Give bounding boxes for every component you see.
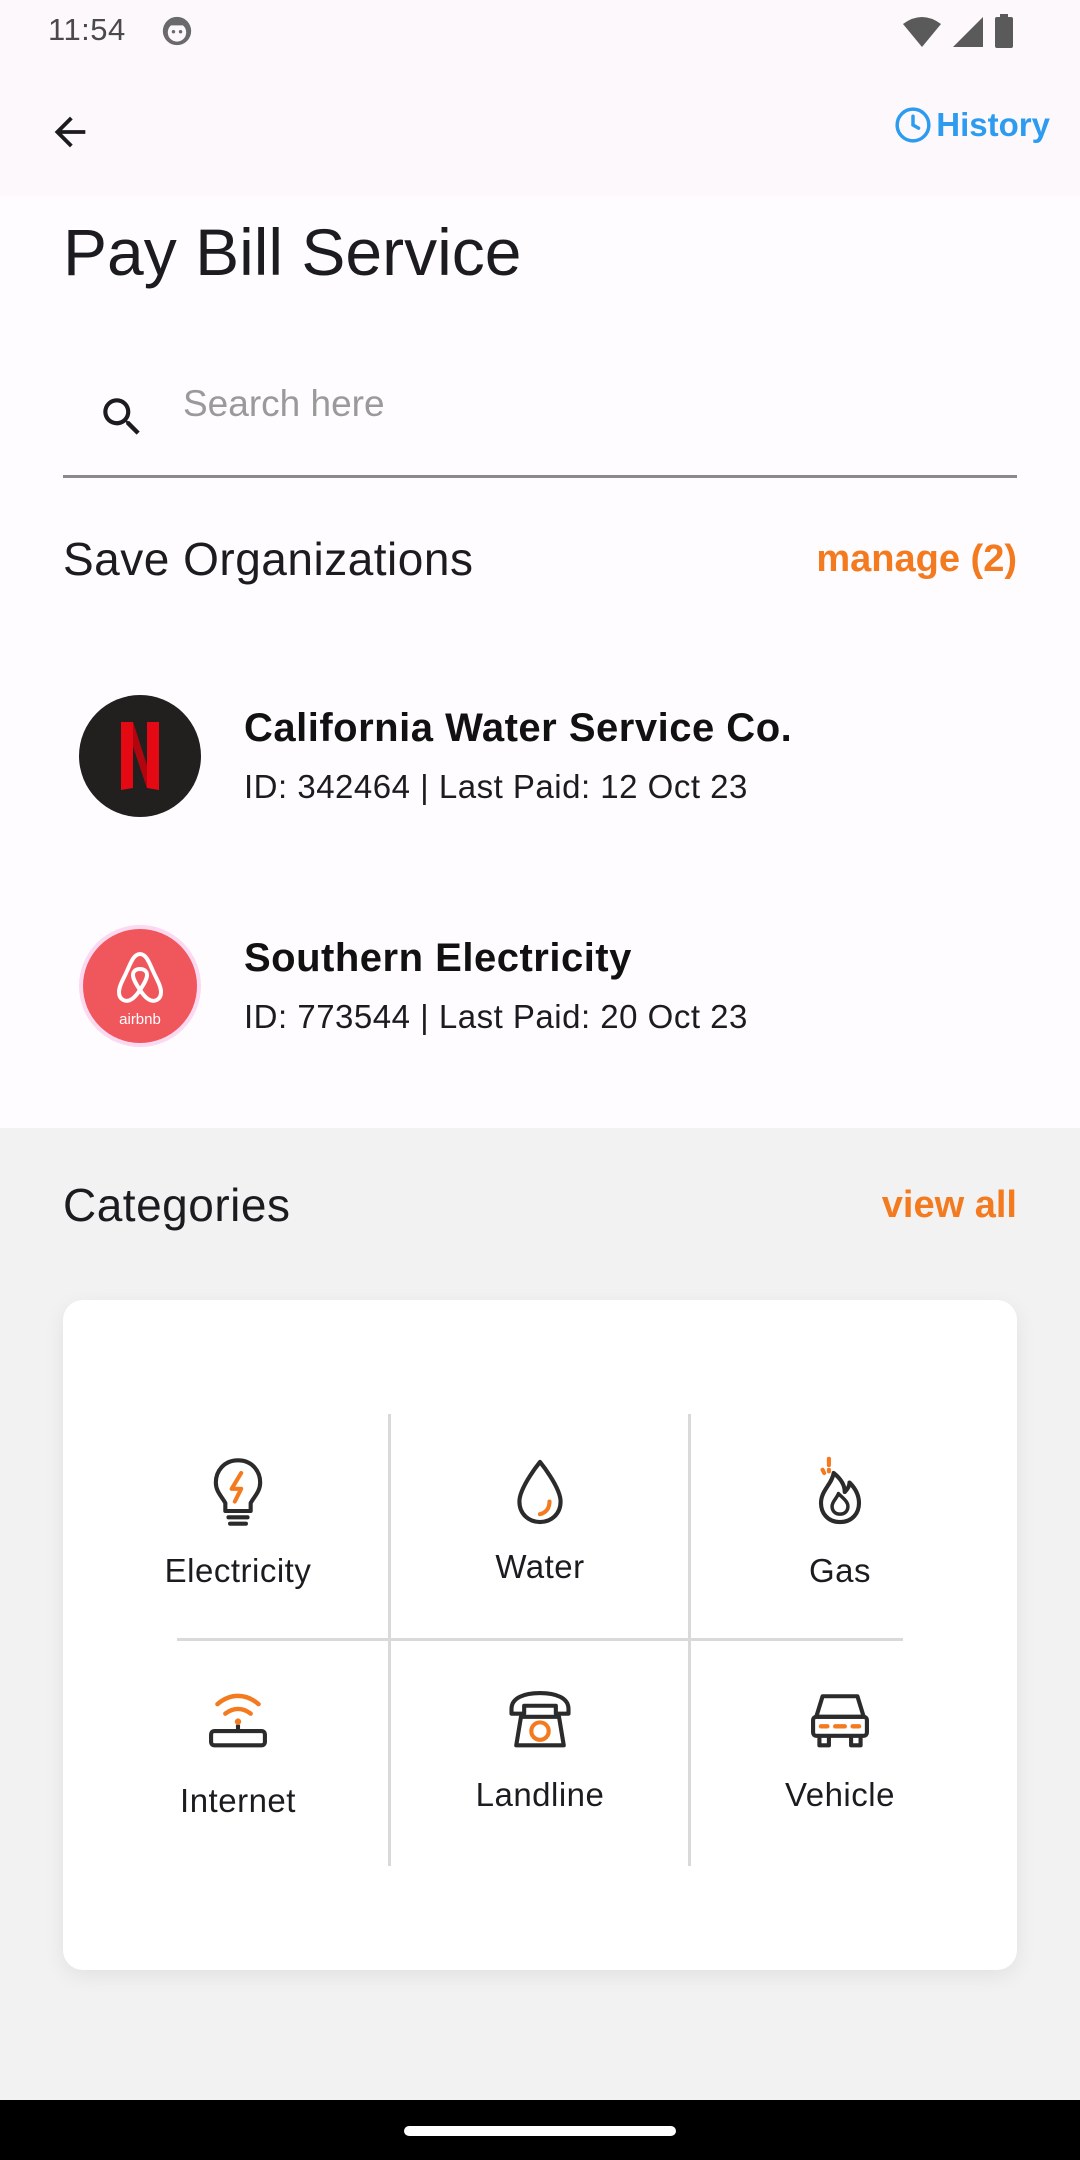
signal-icon <box>953 17 983 47</box>
search-input[interactable] <box>183 374 983 434</box>
org-name: California Water Service Co. <box>244 706 793 750</box>
notification-face-icon <box>162 16 192 46</box>
org-item[interactable]: California Water Service Co. ID: 342464 … <box>63 680 1017 840</box>
categories-card: Electricity Water Gas Internet Landline … <box>63 1300 1017 1970</box>
back-button[interactable] <box>40 102 100 162</box>
airbnb-logo: airbnb <box>78 924 202 1048</box>
history-button[interactable]: History <box>894 106 1050 144</box>
home-gesture-handle[interactable] <box>404 2126 676 2136</box>
saved-orgs-title: Save Organizations <box>63 533 474 585</box>
saved-orgs-header: Save Organizations manage (2) <box>63 532 1017 586</box>
org-item[interactable]: airbnb Southern Electricity ID: 773544 |… <box>63 910 1017 1070</box>
category-label: Landline <box>475 1776 605 1813</box>
system-nav-bar <box>0 2100 1080 2160</box>
page-title: Pay Bill Service <box>63 215 522 289</box>
status-icons <box>902 14 1014 48</box>
lightbulb-icon <box>213 1458 263 1526</box>
category-internet[interactable]: Internet <box>88 1642 388 1870</box>
wifi-icon <box>903 17 941 47</box>
categories-title: Categories <box>63 1179 291 1231</box>
history-label: History <box>936 106 1050 143</box>
clock-icon <box>895 107 931 143</box>
flame-icon <box>818 1456 862 1525</box>
manage-button[interactable]: manage (2) <box>816 538 1017 581</box>
telephone-icon <box>509 1691 571 1748</box>
water-drop-icon <box>517 1459 563 1525</box>
category-electricity[interactable]: Electricity <box>88 1414 388 1642</box>
category-label: Water <box>495 1548 585 1585</box>
org-details: ID: 342464 | Last Paid: 12 Oct 23 <box>244 768 748 805</box>
categories-section: Categories view all Electricity Water Ga… <box>0 1128 1080 2100</box>
category-label: Gas <box>808 1552 872 1589</box>
netflix-logo <box>78 694 202 818</box>
search-bar[interactable] <box>63 356 1017 478</box>
airbnb-wordmark: airbnb <box>119 1011 161 1028</box>
org-details: ID: 773544 | Last Paid: 20 Oct 23 <box>244 998 748 1035</box>
category-vehicle[interactable]: Vehicle <box>690 1642 990 1870</box>
back-arrow-icon <box>54 116 86 148</box>
category-water[interactable]: Water <box>390 1414 690 1642</box>
category-label: Internet <box>180 1782 296 1819</box>
category-landline[interactable]: Landline <box>390 1642 690 1870</box>
car-icon <box>811 1694 869 1748</box>
status-time: 11:54 <box>48 12 126 47</box>
view-all-button[interactable]: view all <box>882 1184 1017 1227</box>
category-label: Electricity <box>164 1552 312 1589</box>
category-gas[interactable]: Gas <box>690 1414 990 1642</box>
category-label: Vehicle <box>785 1776 895 1813</box>
search-icon <box>103 398 140 435</box>
app-bar: History <box>0 62 1080 196</box>
org-name: Southern Electricity <box>244 936 632 980</box>
status-bar: 11:54 <box>0 0 1080 62</box>
main-content: Pay Bill Service Save Organizations mana… <box>0 196 1080 1128</box>
router-icon <box>209 1693 267 1748</box>
categories-header: Categories view all <box>63 1178 1017 1232</box>
battery-icon <box>995 14 1013 48</box>
